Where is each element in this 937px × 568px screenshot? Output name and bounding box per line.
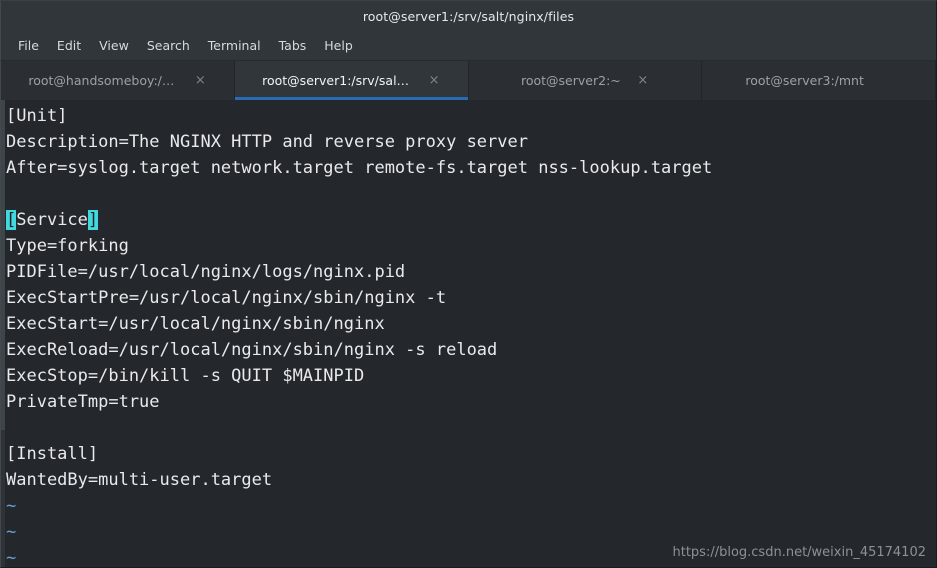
terminal-line: Type=forking: [5, 233, 936, 259]
menu-item-edit[interactable]: Edit: [48, 35, 90, 56]
terminal-text: Service: [16, 210, 88, 230]
matching-bracket-highlight: [: [6, 210, 17, 230]
terminal-text: ExecStop=/bin/kill -s QUIT $MAINPID: [6, 366, 365, 386]
terminal-output[interactable]: [Unit] Description=The NGINX HTTP and rev…: [5, 100, 936, 567]
menu-bar: File Edit View Search Terminal Tabs Help: [0, 31, 937, 61]
terminal-line: ~: [5, 493, 936, 519]
terminal-text: After=syslog.target network.target remot…: [6, 158, 713, 178]
terminal-line: [Unit]: [5, 103, 936, 129]
terminal-text: [Install]: [6, 444, 99, 464]
terminal-text: Type=forking: [6, 236, 129, 256]
vim-filler-tilde: ~: [6, 522, 17, 542]
terminal-line: After=syslog.target network.target remot…: [5, 155, 936, 181]
terminal-window: root@server1:/srv/salt/nginx/files File E…: [0, 0, 937, 568]
terminal-tab-1[interactable]: root@handsomeboy:/mn… ×: [1, 61, 235, 100]
terminal-line: PrivateTmp=true: [5, 389, 936, 415]
menu-item-search[interactable]: Search: [138, 35, 199, 56]
tab-label: root@server2:~: [520, 73, 621, 88]
close-icon[interactable]: ×: [637, 74, 649, 87]
terminal-line: ExecStart=/usr/local/nginx/sbin/nginx: [5, 311, 936, 337]
vim-filler-tilde: ~: [6, 496, 17, 516]
terminal-line: PIDFile=/usr/local/nginx/logs/nginx.pid: [5, 259, 936, 285]
terminal-tab-3[interactable]: root@server2:~ ×: [468, 61, 703, 100]
menu-item-view[interactable]: View: [90, 35, 138, 56]
tab-label: root@server1:/srv/salt/n…: [262, 73, 413, 88]
terminal-line: ExecStop=/bin/kill -s QUIT $MAINPID: [5, 363, 936, 389]
terminal-text: PrivateTmp=true: [6, 392, 160, 412]
menu-item-terminal[interactable]: Terminal: [199, 35, 270, 56]
terminal-text: Description=The NGINX HTTP and reverse p…: [6, 132, 528, 152]
vim-filler-tilde: ~: [6, 548, 17, 567]
terminal-line: ExecReload=/usr/local/nginx/sbin/nginx -…: [5, 337, 936, 363]
terminal-text: WantedBy=multi-user.target: [6, 470, 273, 490]
matching-bracket-highlight: ]: [87, 210, 99, 230]
terminal-text: ExecStartPre=/usr/local/nginx/sbin/nginx…: [6, 288, 447, 308]
terminal-line: Description=The NGINX HTTP and reverse p…: [5, 129, 936, 155]
terminal-tab-2[interactable]: root@server1:/srv/salt/n… ×: [234, 61, 469, 100]
tab-label: root@handsomeboy:/mn…: [28, 73, 179, 88]
window-title: root@server1:/srv/salt/nginx/files: [362, 8, 575, 24]
terminal-area: [Unit] Description=The NGINX HTTP and rev…: [0, 100, 937, 568]
terminal-tab-4[interactable]: root@server3:/mnt×: [702, 61, 936, 100]
window-titlebar: root@server1:/srv/salt/nginx/files: [0, 0, 937, 31]
terminal-line: ~: [5, 545, 936, 567]
menu-item-help[interactable]: Help: [315, 35, 362, 56]
menu-item-tabs[interactable]: Tabs: [270, 35, 316, 56]
terminal-line: [Install]: [5, 441, 936, 467]
terminal-text: ExecReload=/usr/local/nginx/sbin/nginx -…: [6, 340, 498, 360]
tab-label: root@server3:/mnt: [745, 73, 864, 88]
menu-item-file[interactable]: File: [9, 35, 48, 56]
scrollbar-thumb[interactable]: [1, 100, 5, 430]
terminal-text: PIDFile=/usr/local/nginx/logs/nginx.pid: [6, 262, 406, 282]
tab-bar: root@handsomeboy:/mn… × root@server1:/srv/…: [0, 61, 937, 100]
terminal-line: [Service]: [5, 207, 936, 233]
terminal-text: [Unit]: [6, 106, 68, 126]
terminal-text: ExecStart=/usr/local/nginx/sbin/nginx: [6, 314, 385, 334]
terminal-line: WantedBy=multi-user.target: [5, 467, 936, 493]
close-icon[interactable]: ×: [428, 74, 440, 87]
terminal-scrollbar[interactable]: [1, 100, 5, 567]
terminal-line: ExecStartPre=/usr/local/nginx/sbin/nginx…: [5, 285, 936, 311]
close-icon[interactable]: ×: [194, 74, 206, 87]
terminal-line: ~: [5, 519, 936, 545]
